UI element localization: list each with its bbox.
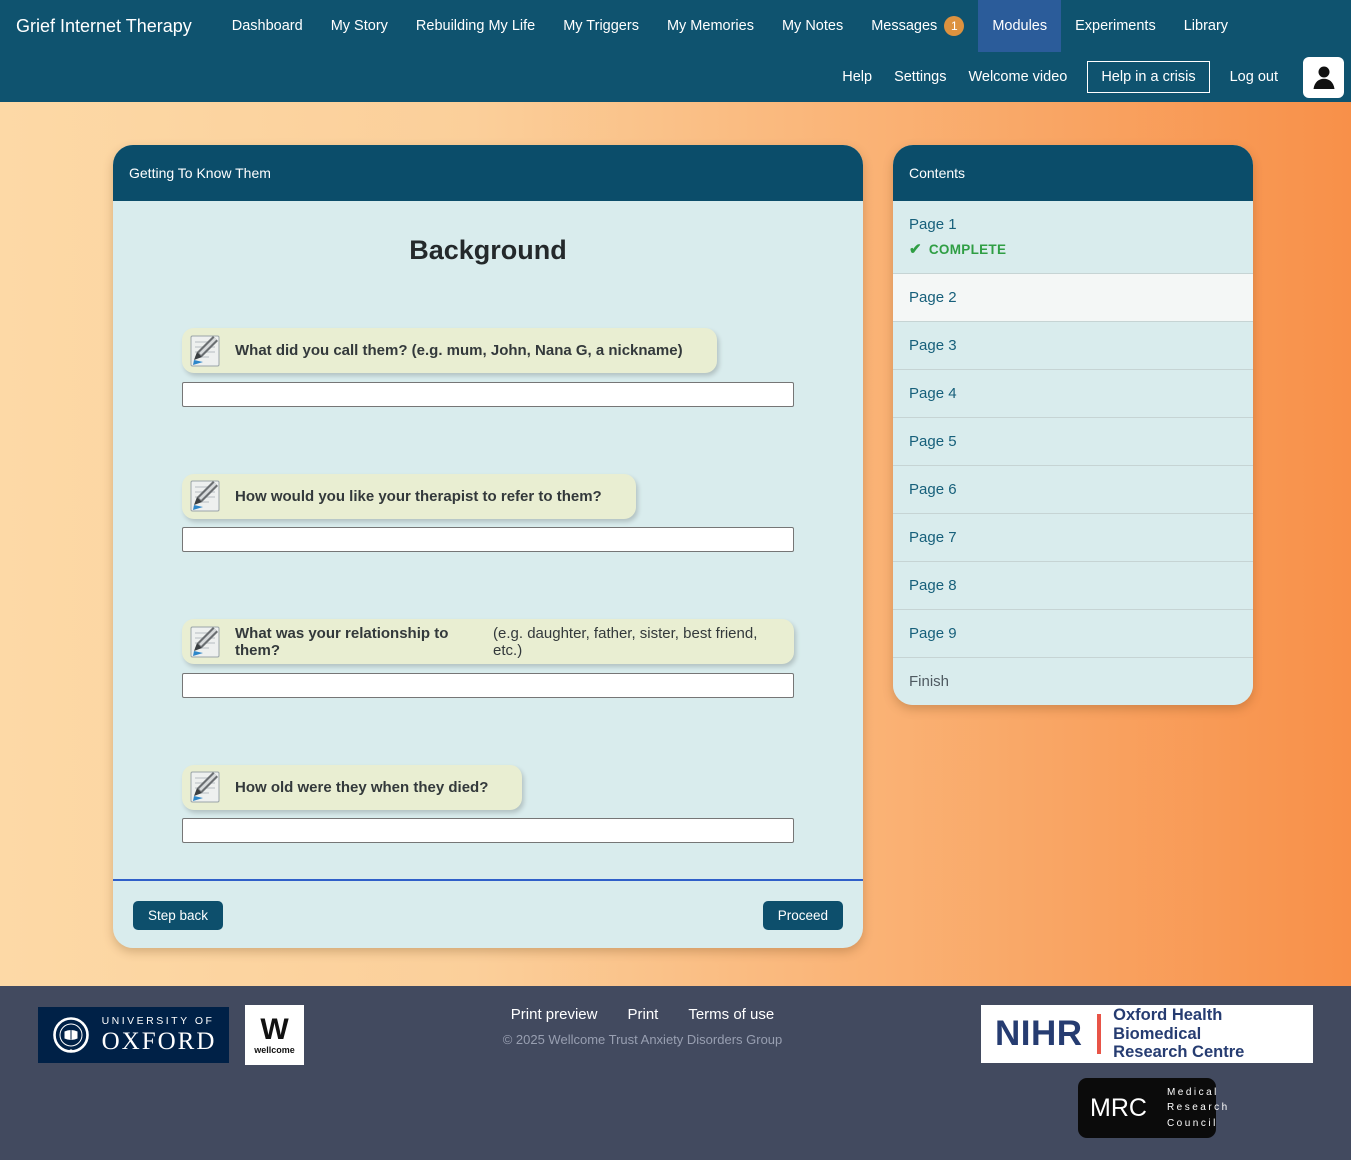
answer-input-3[interactable]	[182, 673, 794, 698]
print-preview-link[interactable]: Print preview	[511, 1006, 598, 1023]
nav-item-welcome-video[interactable]: Welcome video	[957, 69, 1078, 85]
mrc-logo[interactable]: MRC Medical Research Council	[1078, 1078, 1216, 1138]
question-block-4: How old were they when they died?	[182, 765, 794, 844]
nihr-red-bar	[1097, 1014, 1102, 1054]
question-text: How would you like your therapist to ref…	[235, 488, 602, 505]
nav-item-help-in-a-crisis[interactable]: Help in a crisis	[1087, 61, 1209, 93]
contents-item-label: Finish	[909, 673, 949, 690]
contents-item-label: Page 7	[909, 529, 957, 546]
contents-item-page-2[interactable]: Page 2	[893, 273, 1253, 321]
footer-right-logos: NIHR Oxford Health Biomedical Research C…	[981, 1005, 1313, 1138]
module-card: Getting To Know Them Background What	[113, 145, 863, 948]
step-back-button[interactable]: Step back	[133, 901, 223, 930]
page-complete-status: ✔ COMPLETE	[909, 240, 1237, 258]
page-title: Background	[182, 235, 794, 266]
proceed-button[interactable]: Proceed	[763, 901, 843, 930]
secondary-nav-row: Help Settings Welcome video Help in a cr…	[0, 52, 1351, 102]
contents-item-page-3[interactable]: Page 3	[893, 321, 1253, 369]
footer-links: Print preview Print Terms of use	[304, 1006, 981, 1023]
module-card-body: Background What did you call them? (e.g.…	[113, 235, 863, 843]
question-bubble: How would you like your therapist to ref…	[182, 474, 636, 519]
nav-item-experiments[interactable]: Experiments	[1061, 0, 1170, 52]
wellcome-logo[interactable]: W wellcome	[245, 1005, 304, 1065]
terms-of-use-link[interactable]: Terms of use	[688, 1006, 774, 1023]
question-block-3: What was your relationship to them? (e.g.…	[182, 619, 794, 698]
contents-item-label: Page 5	[909, 433, 957, 450]
contents-title: Contents	[893, 145, 1253, 201]
question-block-2: How would you like your therapist to ref…	[182, 474, 794, 553]
module-actions: Step back Proceed	[113, 879, 863, 948]
contents-item-label: Page 6	[909, 481, 957, 498]
module-card-title: Getting To Know Them	[113, 145, 863, 201]
contents-item-page-9[interactable]: Page 9	[893, 609, 1253, 657]
answer-input-1[interactable]	[182, 382, 794, 407]
question-text: What did you call them? (e.g. mum, John,…	[235, 342, 683, 359]
messages-count-badge: 1	[944, 16, 964, 36]
person-icon	[1309, 62, 1339, 92]
user-avatar-button[interactable]	[1303, 57, 1344, 98]
checkmark-icon: ✔	[909, 240, 922, 258]
contents-item-label: Page 3	[909, 337, 957, 354]
question-hint: (e.g. daughter, father, sister, best fri…	[493, 625, 772, 659]
copyright-text: © 2025 Wellcome Trust Anxiety Disorders …	[304, 1032, 981, 1047]
contents-item-label: Page 1	[909, 216, 957, 233]
nihr-logo[interactable]: NIHR Oxford Health Biomedical Research C…	[981, 1005, 1313, 1063]
answer-input-4[interactable]	[182, 818, 794, 843]
answer-input-2[interactable]	[182, 527, 794, 552]
contents-item-page-6[interactable]: Page 6	[893, 465, 1253, 513]
print-link[interactable]: Print	[627, 1006, 658, 1023]
oxford-logo-text: UNIVERSITY OF OXFORD	[102, 1015, 217, 1056]
oxford-crest-icon	[51, 1015, 91, 1055]
nav-item-modules[interactable]: Modules	[978, 0, 1061, 52]
nav-item-log-out[interactable]: Log out	[1219, 69, 1289, 85]
status-badge: COMPLETE	[929, 242, 1006, 257]
notepad-pencil-icon	[187, 333, 223, 369]
question-text: How old were they when they died?	[235, 779, 488, 796]
main-content: Getting To Know Them Background What	[0, 102, 1351, 986]
contents-item-label: Page 4	[909, 385, 957, 402]
footer-left-logos: UNIVERSITY OF OXFORD W wellcome	[38, 1005, 304, 1065]
nav-item-my-memories[interactable]: My Memories	[653, 0, 768, 52]
notepad-pencil-icon	[187, 769, 223, 805]
contents-item-page-8[interactable]: Page 8	[893, 561, 1253, 609]
contents-item-page-4[interactable]: Page 4	[893, 369, 1253, 417]
page-footer: UNIVERSITY OF OXFORD W wellcome Print pr…	[0, 986, 1351, 1160]
contents-item-label: Page 2	[909, 289, 957, 306]
question-bubble: What did you call them? (e.g. mum, John,…	[182, 328, 717, 373]
contents-item-page-7[interactable]: Page 7	[893, 513, 1253, 561]
contents-item-finish[interactable]: Finish	[893, 657, 1253, 705]
nav-item-rebuilding-my-life[interactable]: Rebuilding My Life	[402, 0, 549, 52]
question-block-1: What did you call them? (e.g. mum, John,…	[182, 328, 794, 407]
nav-item-settings[interactable]: Settings	[883, 69, 957, 85]
question-bubble: How old were they when they died?	[182, 765, 522, 810]
notepad-pencil-icon	[187, 478, 223, 514]
contents-item-page-1[interactable]: Page 1 ✔ COMPLETE	[893, 201, 1253, 273]
contents-list: Page 1 ✔ COMPLETE Page 2 Page 3 Page 4 P…	[893, 201, 1253, 705]
nav-item-my-notes[interactable]: My Notes	[768, 0, 857, 52]
nav-item-my-triggers[interactable]: My Triggers	[549, 0, 653, 52]
question-text: What was your relationship to them?	[235, 625, 481, 659]
top-nav: Grief Internet Therapy Dashboard My Stor…	[0, 0, 1351, 102]
contents-item-page-5[interactable]: Page 5	[893, 417, 1253, 465]
notepad-pencil-icon	[187, 624, 223, 660]
mrc-logo-text: Medical Research Council	[1167, 1085, 1230, 1132]
nav-item-messages[interactable]: Messages 1	[857, 0, 978, 52]
contents-item-label: Page 8	[909, 577, 957, 594]
nav-item-dashboard[interactable]: Dashboard	[218, 0, 317, 52]
primary-nav: Dashboard My Story Rebuilding My Life My…	[218, 0, 1242, 52]
primary-nav-row: Grief Internet Therapy Dashboard My Stor…	[0, 0, 1351, 52]
footer-center: Print preview Print Terms of use © 2025 …	[304, 1005, 981, 1047]
nav-item-help[interactable]: Help	[831, 69, 883, 85]
brand-title[interactable]: Grief Internet Therapy	[0, 0, 218, 52]
university-of-oxford-logo[interactable]: UNIVERSITY OF OXFORD	[38, 1007, 229, 1063]
nav-item-library[interactable]: Library	[1170, 0, 1242, 52]
page: Grief Internet Therapy Dashboard My Stor…	[0, 0, 1351, 1160]
question-bubble: What was your relationship to them? (e.g.…	[182, 619, 794, 664]
nav-item-my-story[interactable]: My Story	[317, 0, 402, 52]
nihr-logo-text: Oxford Health Biomedical Research Centre	[1113, 1006, 1299, 1063]
contents-item-label: Page 9	[909, 625, 957, 642]
contents-panel: Contents Page 1 ✔ COMPLETE Page 2 Page 3…	[893, 145, 1253, 705]
